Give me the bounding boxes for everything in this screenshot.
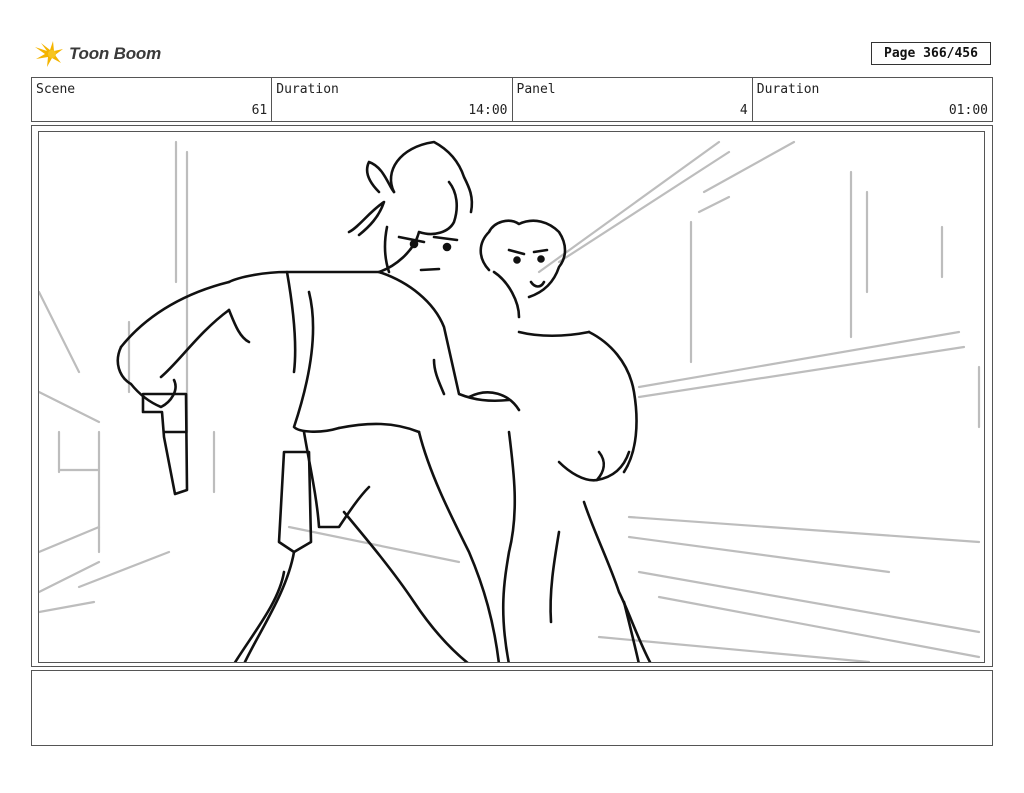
toon-boom-logo: Toon Boom [33,37,161,71]
panel-image [38,131,985,663]
brand-name: Toon Boom [69,44,161,63]
scene-duration-cell: Duration 14:00 [272,78,513,121]
panel-cell: Panel 4 [513,78,753,121]
panel-label: Panel [516,82,556,97]
panel-value: 4 [739,103,748,118]
toon-boom-star-icon [35,41,63,67]
scene-cell: Scene 61 [32,78,273,121]
storyboard-sketch-icon [39,140,981,662]
panel-duration-cell: Duration 01:00 [753,78,992,121]
storyboard-info-row: Scene 61 Duration 14:00 Panel 4 Duration… [31,77,993,122]
page-indicator: Page 366/456 [871,42,991,65]
panel-duration-label: Duration [756,82,820,97]
scene-duration-label: Duration [276,82,339,97]
scene-label: Scene [36,82,76,97]
panel-duration-value: 01:00 [948,103,988,118]
scene-duration-value: 14:00 [468,103,508,118]
panel-notes [31,670,993,746]
scene-value: 61 [251,103,268,118]
